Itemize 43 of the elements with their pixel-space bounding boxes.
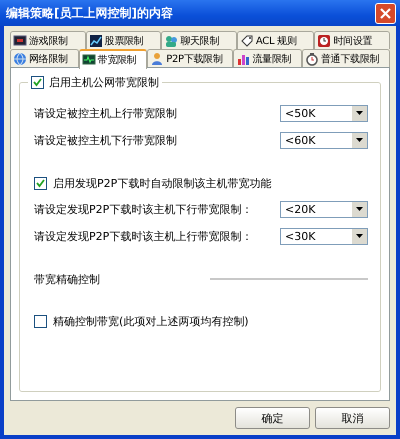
clock-icon [317,34,332,48]
slider-track[interactable] [210,278,368,280]
caret-icon [356,207,363,211]
field-label: 请设定发现P2P下载时该主机下行带宽限制： [34,202,252,216]
group-label: 启用主机公网带宽限制 [49,75,159,90]
field-label: 请设定发现P2P下载时该主机上行带宽限制： [34,228,252,244]
field-label: 请设定被控主机下行带宽限制 [34,132,177,148]
slider-label: 带宽精确控制 [34,272,100,286]
monitor-icon [13,34,27,48]
dropdown[interactable]: <60K [280,132,368,148]
dropdown[interactable]: <20K [280,200,368,218]
field-label: 请设定被控主机上行带宽限制 [34,106,177,120]
tab[interactable]: 游戏限制 [10,31,86,49]
caret-icon [356,234,363,238]
checkbox-label: 启用发现P2P下载时自动限制该主机带宽功能 [53,176,272,190]
caret-icon [356,138,363,142]
tab[interactable]: 聊天限制 [161,31,237,49]
people-icon [164,34,178,48]
chart-icon [88,34,103,48]
checkbox[interactable] [34,314,47,328]
person-icon [150,52,164,66]
dropdown[interactable]: <50K [280,104,368,122]
dialog-button[interactable]: 确定 [235,407,310,429]
tab[interactable]: 普通下载限制 [302,49,390,67]
tag-icon [240,34,254,48]
tab[interactable]: ACL 规则 [236,31,314,49]
dialog-button[interactable]: 取消 [315,407,390,429]
caret-icon [356,111,363,115]
globe-icon [13,52,27,66]
tab[interactable]: 网络限制 [10,49,79,67]
tab[interactable]: P2P下载限制 [147,49,234,67]
tab[interactable]: 时间设置 [314,31,390,49]
close-icon [380,8,391,18]
window-title: 编辑策略[员工上网控制]的内容 [6,4,173,22]
monitor-icon [82,53,96,67]
close-button[interactable] [375,2,396,24]
tab[interactable]: 股票限制 [86,31,162,49]
dropdown[interactable]: <30K [280,228,368,244]
checkbox[interactable] [34,176,47,190]
checkbox[interactable] [31,76,44,89]
tab[interactable]: 带宽限制 [78,49,148,69]
checkbox-label: 精确控制带宽(此项对上述两项均有控制) [53,314,249,328]
tab[interactable]: 流量限制 [233,49,302,67]
